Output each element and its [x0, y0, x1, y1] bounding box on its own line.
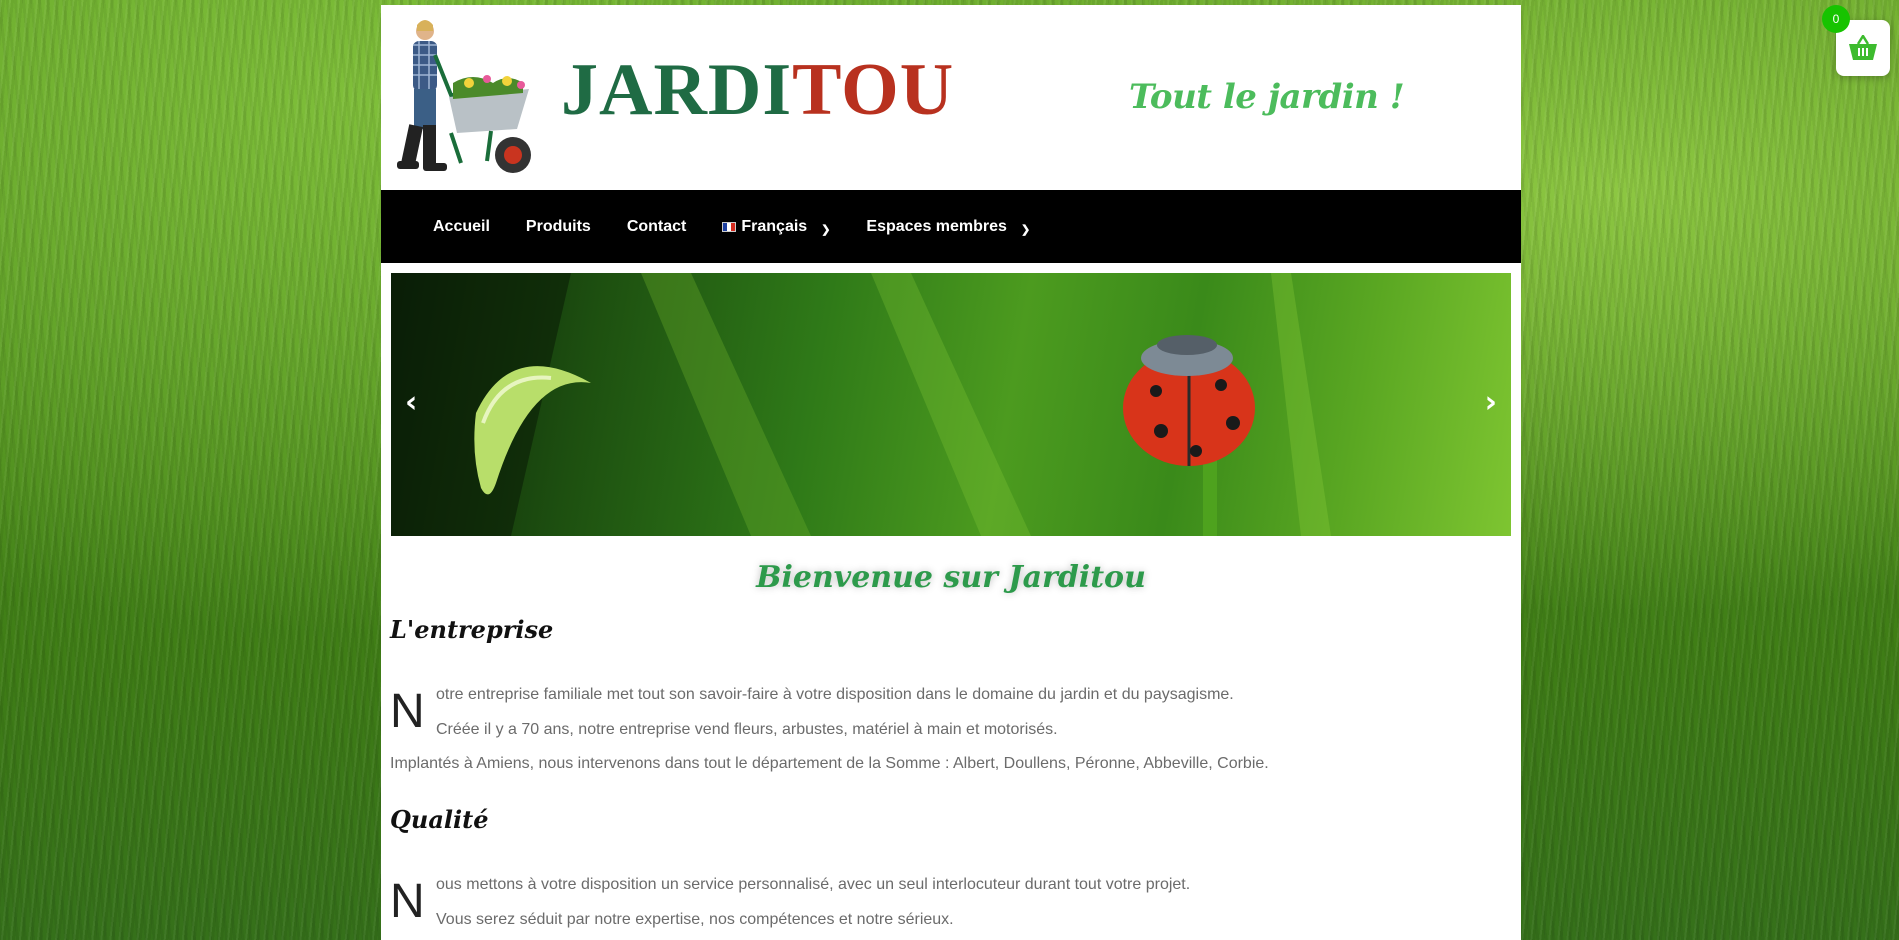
- nav-item-espaces-membres[interactable]: Espaces membres ❯: [866, 217, 1031, 237]
- paragraph-line: Implantés à Amiens, nous intervenons dan…: [390, 755, 1269, 772]
- dropcap-letter: N: [390, 875, 425, 928]
- chevron-left-icon[interactable]: ‹: [405, 385, 417, 420]
- nav-label: Accueil: [433, 217, 490, 235]
- nav-item-accueil[interactable]: Accueil: [433, 218, 490, 236]
- site-header: JARDITOU Tout le jardin !: [381, 5, 1521, 190]
- nav-item-language[interactable]: Français ❯: [722, 218, 830, 236]
- french-flag-icon: [722, 221, 737, 232]
- nav-item-contact[interactable]: Contact: [627, 218, 687, 236]
- gardener-wheelbarrow-logo[interactable]: [391, 15, 543, 185]
- nav-label: Français: [741, 217, 808, 235]
- section-title-qualite: Qualité: [390, 805, 489, 834]
- nav-label: Espaces membres: [866, 217, 1007, 235]
- page-container: JARDITOU Tout le jardin ! Accueil Produi…: [381, 5, 1521, 940]
- cart-count-badge: 0: [1822, 5, 1850, 33]
- chevron-right-icon[interactable]: ›: [1485, 385, 1497, 420]
- nav-label: Contact: [626, 217, 687, 235]
- main-nav: Accueil Produits Contact Français ❯ Espa…: [381, 190, 1521, 263]
- hero-slider[interactable]: ‹ ›: [391, 273, 1511, 536]
- site-logo-text[interactable]: JARDITOU: [561, 53, 954, 127]
- paragraph-line: Vous serez séduit par notre expertise, n…: [436, 911, 954, 928]
- welcome-heading: Bienvenue sur Jarditou: [756, 560, 1146, 595]
- logo-part-red: TOU: [792, 49, 955, 131]
- nav-label: Produits: [525, 217, 591, 235]
- section-title-entreprise: L'entreprise: [390, 615, 554, 644]
- paragraph-line: ous mettons à votre disposition un servi…: [436, 876, 1191, 893]
- paragraph-line: Créée il y a 70 ans, notre entreprise ve…: [436, 721, 1058, 738]
- nav-item-produits[interactable]: Produits: [526, 218, 591, 236]
- logo-part-green: JARDI: [561, 49, 793, 131]
- site-tagline: Tout le jardin !: [1129, 77, 1405, 117]
- chevron-down-icon: ❯: [1020, 224, 1031, 236]
- basket-icon: [1849, 35, 1877, 60]
- dropcap-letter: N: [390, 685, 425, 738]
- chevron-down-icon: ❯: [821, 224, 831, 236]
- ladybug-slide-image: [391, 273, 1331, 536]
- paragraph-line: otre entreprise familiale met tout son s…: [436, 686, 1234, 703]
